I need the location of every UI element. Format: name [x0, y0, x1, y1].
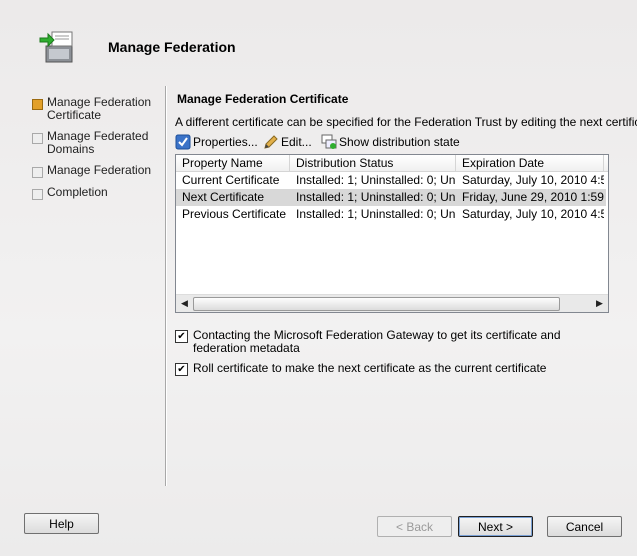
distribution-label: Show distribution state	[339, 135, 460, 149]
step-pending-icon	[32, 167, 43, 178]
wizard-steps: Manage Federation Certificate Manage Fed…	[30, 95, 165, 207]
cell-distribution-status: Installed: 1; Uninstalled: 0; Unr...	[296, 190, 456, 204]
properties-button[interactable]: Properties...	[175, 134, 258, 150]
scrollbar-thumb[interactable]	[193, 297, 560, 311]
step-completion[interactable]: Completion	[30, 185, 165, 207]
step-manage-federation-certificate[interactable]: Manage Federation Certificate	[30, 95, 165, 129]
cell-property-name: Previous Certificate	[182, 207, 287, 221]
step-label: Manage Federated Domains	[47, 129, 149, 156]
cell-expiration-date: Friday, June 29, 2010 1:59:...	[462, 190, 604, 204]
grid-header: Property Name Distribution Status Expira…	[176, 155, 608, 172]
step-manage-federation[interactable]: Manage Federation	[30, 163, 165, 185]
cell-expiration-date: Saturday, July 10, 2010 4:5...	[462, 173, 604, 187]
section-title: Manage Federation Certificate	[177, 92, 349, 106]
step-pending-icon	[32, 133, 43, 144]
roll-certificate-checkbox[interactable]: ✔	[175, 363, 188, 376]
column-header-distribution-status[interactable]: Distribution Status	[290, 155, 456, 171]
federation-wizard-icon	[39, 31, 73, 63]
table-row[interactable]: Previous Certificate Installed: 1; Unins…	[176, 206, 606, 223]
step-label: Manage Federation Certificate	[47, 95, 152, 122]
grid-toolbar: Properties... Edit... Show distribution …	[175, 133, 615, 151]
next-button[interactable]: Next >	[458, 516, 533, 537]
column-header-property-name[interactable]: Property Name	[176, 155, 290, 171]
cancel-button[interactable]: Cancel	[547, 516, 622, 537]
back-button[interactable]: < Back	[377, 516, 452, 537]
checkmark-icon	[175, 134, 191, 150]
step-label: Manage Federation	[47, 163, 152, 177]
wizard-header: Manage Federation	[0, 0, 637, 80]
distribution-icon	[321, 134, 337, 149]
properties-label: Properties...	[193, 135, 258, 149]
step-manage-federated-domains[interactable]: Manage Federated Domains	[30, 129, 165, 163]
horizontal-scrollbar[interactable]: ◀ ▶	[176, 294, 608, 312]
cell-distribution-status: Installed: 1; Uninstalled: 0; Unr...	[296, 173, 456, 187]
vertical-divider	[165, 86, 167, 486]
column-header-expiration-date[interactable]: Expiration Date	[456, 155, 604, 171]
table-row-selected[interactable]: Next Certificate Installed: 1; Uninstall…	[176, 189, 606, 206]
page-title: Manage Federation	[108, 39, 236, 55]
help-button[interactable]: Help	[24, 513, 99, 534]
step-current-icon	[32, 99, 43, 110]
edit-button[interactable]: Edit...	[263, 134, 312, 150]
table-row[interactable]: Current Certificate Installed: 1; Uninst…	[176, 172, 606, 189]
step-pending-icon	[32, 189, 43, 200]
certificate-grid[interactable]: Property Name Distribution Status Expira…	[175, 154, 609, 313]
roll-certificate-label: Roll certificate to make the next certif…	[193, 361, 547, 375]
edit-label: Edit...	[281, 135, 312, 149]
contact-gateway-checkbox[interactable]: ✔	[175, 330, 188, 343]
contact-gateway-label: Contacting the Microsoft Federation Gate…	[193, 328, 561, 355]
cell-property-name: Next Certificate	[182, 190, 265, 204]
cell-expiration-date: Saturday, July 10, 2010 4:5...	[462, 207, 604, 221]
scroll-right-icon[interactable]: ▶	[591, 295, 608, 312]
scroll-left-icon[interactable]: ◀	[176, 295, 193, 312]
pencil-icon	[264, 135, 278, 149]
step-label: Completion	[47, 185, 108, 199]
cell-property-name: Current Certificate	[182, 173, 280, 187]
show-distribution-state-button[interactable]: Show distribution state	[321, 134, 460, 150]
description: A different certificate can be specified…	[175, 115, 637, 129]
cell-distribution-status: Installed: 1; Uninstalled: 0; Unr...	[296, 207, 456, 221]
